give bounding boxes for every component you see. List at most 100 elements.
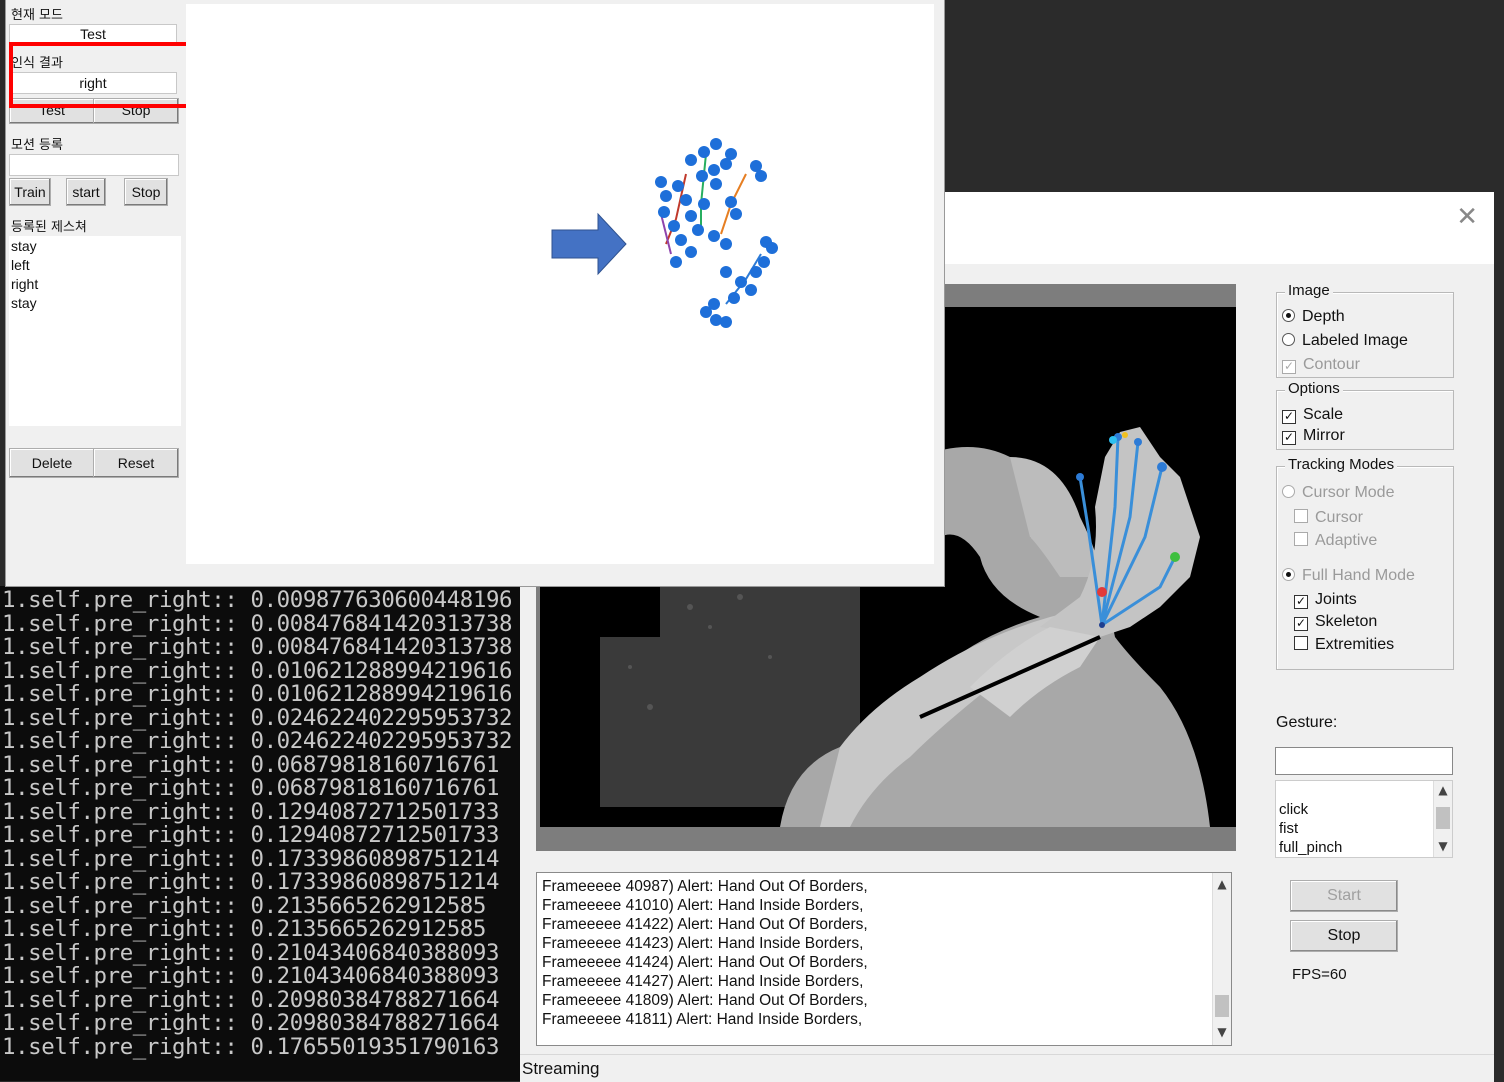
console-line: 1.self.pre_right:: 0.024622402295953732 [2,704,513,731]
hand-landmark-canvas [186,4,934,564]
log-line: Frameeeee 41809) Alert: Hand Out Of Bord… [542,992,868,1009]
scroll-thumb[interactable] [1436,807,1450,829]
full-hand-mode-label: Full Hand Mode [1302,567,1415,584]
log-line: Frameeeee 41427) Alert: Hand Inside Bord… [542,973,864,990]
status-bar: Streaming [520,1054,1494,1082]
reset-button[interactable]: Reset [93,448,179,478]
mirror-checkbox[interactable]: ✓ Mirror [1282,427,1345,445]
console-line: 1.self.pre_right:: 0.2135665262912585 [2,916,486,942]
scroll-up-icon[interactable]: ▲ [1434,783,1452,797]
registered-gestures-label: 등록된 제스쳐 [11,220,87,235]
console-line: 1.self.pre_right:: 0.20980384788271664 [2,986,500,1013]
cursor-mode-label: Cursor Mode [1302,484,1395,501]
checkbox-icon [1294,636,1308,650]
console-line: 1.self.pre_right:: 0.21043406840388093 [2,963,500,989]
start-button[interactable]: Start [1290,880,1398,912]
full-hand-mode-radio[interactable]: Full Hand Mode [1282,567,1415,585]
console-line: 1.self.pre_right:: 0.009877630600448196 [2,587,513,613]
gesture-item[interactable]: stay [11,295,37,311]
mirror-label: Mirror [1303,427,1345,444]
motion-register-label: 모션 등록 [11,138,63,153]
checkbox-checked-icon: ✓ [1294,594,1308,609]
right-arrow-icon [551,212,627,276]
gesture-app-window: 현재 모드 Test 인식 결과 right Test Stop 모션 등록 T… [6,0,944,586]
console-line: 1.self.pre_right:: 0.12940872712501733 [2,822,500,848]
scroll-down-icon[interactable]: ▼ [1213,1025,1231,1039]
console-line: 1.self.pre_right:: 0.17655019351790163 [2,1033,500,1060]
radio-selected-icon [1282,568,1295,581]
depth-radio[interactable]: Depth [1282,308,1345,326]
console-line: 1.self.pre_right:: 0.21043406840388093 [2,939,500,966]
gesture-item[interactable]: full_pinch [1279,839,1342,856]
checkbox-checked-icon: ✓ [1282,430,1296,445]
log-scrollbar[interactable]: ▲ ▼ [1212,873,1231,1045]
tracking-modes-caption: Tracking Modes [1285,456,1398,473]
console-line: 1.self.pre_right:: 0.008476841420313738 [2,610,513,637]
scale-checkbox[interactable]: ✓ Scale [1282,406,1343,424]
highlight-box [9,42,199,108]
radio-icon [1282,333,1295,346]
scroll-down-icon[interactable]: ▼ [1434,839,1452,853]
extremities-label: Extremities [1315,636,1395,653]
contour-label: Contour [1303,356,1360,373]
gesture-item[interactable]: click [1279,801,1308,818]
stop-train-button[interactable]: Stop [124,178,168,206]
log-line: Frameeeee 41423) Alert: Hand Inside Bord… [542,935,864,952]
console-line: 1.self.pre_right:: 0.12940872712501733 [2,798,500,825]
gesture-item[interactable]: left [11,257,30,273]
contour-checkbox[interactable]: ✓ Contour [1282,356,1360,374]
adaptive-checkbox[interactable]: Adaptive [1294,532,1377,550]
scale-label: Scale [1303,406,1344,423]
scroll-thumb[interactable] [1215,995,1229,1017]
train-button[interactable]: Train [9,178,51,206]
depth-label: Depth [1302,308,1345,325]
gesture-scrollbar[interactable]: ▲ ▼ [1433,781,1452,857]
close-icon[interactable]: ✕ [1456,202,1478,232]
console-output: 1.self.pre_right:: 0.009877630600448196 … [0,586,520,1081]
cursor-label: Cursor [1315,509,1364,526]
checkbox-checked-icon: ✓ [1282,359,1296,374]
log-line: Frameeeee 41010) Alert: Hand Inside Bord… [542,897,864,914]
console-line: 1.self.pre_right:: 0.024622402295953732 [2,728,513,754]
joints-label: Joints [1315,591,1357,608]
image-group-caption: Image [1285,282,1333,299]
skeleton-checkbox[interactable]: ✓ Skeleton [1294,613,1377,631]
log-line: Frameeeee 40987) Alert: Hand Out Of Bord… [542,878,868,895]
radio-icon [1282,485,1295,498]
labeled-image-label: Labeled Image [1302,332,1408,349]
checkbox-icon [1294,509,1308,523]
gesture-listbox[interactable]: click fist full_pinch ▲ ▼ [1275,780,1453,858]
fps-label: FPS=60 [1292,966,1347,983]
cursor-mode-radio[interactable]: Cursor Mode [1282,484,1394,502]
checkbox-checked-icon: ✓ [1294,616,1308,631]
skeleton-label: Skeleton [1315,613,1378,630]
log-line: Frameeeee 41424) Alert: Hand Out Of Bord… [542,954,868,971]
gesture-item[interactable]: fist [1279,820,1298,837]
extremities-checkbox[interactable]: Extremities [1294,636,1394,654]
log-line: Frameeeee 41811) Alert: Hand Inside Bord… [542,1011,863,1028]
joints-checkbox[interactable]: ✓ Joints [1294,591,1357,609]
labeled-image-radio[interactable]: Labeled Image [1282,332,1408,350]
log-line: Frameeeee 41422) Alert: Hand Out Of Bord… [542,916,868,933]
motion-name-input[interactable] [9,154,179,176]
console-line: 1.self.pre_right:: 0.010621288994219616 [2,657,513,684]
gesture-item[interactable]: right [11,276,38,292]
checkbox-icon [1294,532,1308,546]
cursor-checkbox[interactable]: Cursor [1294,509,1363,527]
console-line: 1.self.pre_right:: 0.06879818160716761 [2,775,500,801]
landmark-plot [551,138,778,328]
start-button[interactable]: start [66,178,106,206]
console-line: 1.self.pre_right:: 0.17339860898751214 [2,845,500,872]
registered-gesture-list[interactable]: stay left right stay [9,236,181,426]
console-line: 1.self.pre_right:: 0.20980384788271664 [2,1010,500,1036]
gesture-item[interactable]: stay [11,238,37,254]
radio-selected-icon [1282,309,1295,322]
scroll-up-icon[interactable]: ▲ [1213,877,1231,891]
gesture-input[interactable] [1275,747,1453,775]
stop-button[interactable]: Stop [1290,920,1398,952]
gesture-label: Gesture: [1276,714,1338,731]
options-group-caption: Options [1285,380,1343,397]
delete-button[interactable]: Delete [9,448,95,478]
alert-log[interactable]: Frameeeee 40987) Alert: Hand Out Of Bord… [536,872,1232,1046]
current-mode-field: Test [9,24,177,44]
